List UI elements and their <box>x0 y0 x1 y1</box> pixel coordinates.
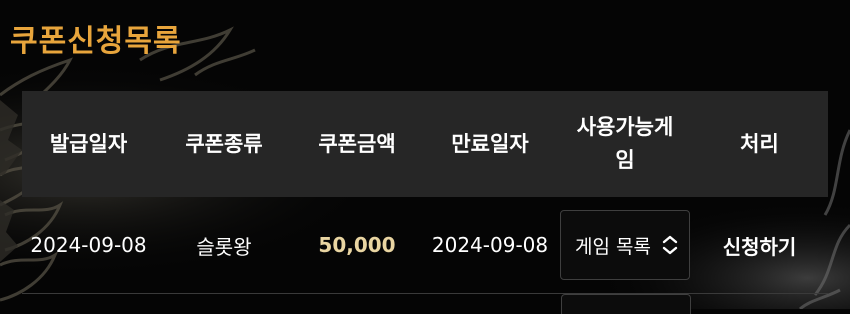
apply-button[interactable]: 신청하기 <box>691 197 828 293</box>
table-header: 발급일자 쿠폰종류 쿠폰금액 만료일자 사용가능게임 처리 <box>22 91 828 197</box>
cell-coupon-amount: 50,000 <box>318 233 396 257</box>
header-coupon-amount: 쿠폰금액 <box>318 131 396 156</box>
cell-game-select: 게임 목록 <box>559 197 691 293</box>
chevron-up-down-icon <box>662 235 678 255</box>
header-available-games: 사용가능게임 <box>576 115 674 172</box>
page-title: 쿠폰신청목록 <box>10 24 182 59</box>
table-row: 2024-09-08 슬롯왕 50,000 2024-09-08 게임 목록 신… <box>22 197 828 294</box>
coupon-list-table: 발급일자 쿠폰종류 쿠폰금액 만료일자 사용가능게임 처리 2024-09-08… <box>22 91 828 294</box>
header-coupon-type: 쿠폰종류 <box>185 131 263 156</box>
game-select-value: 게임 목록 <box>575 235 651 258</box>
next-table-row-partial <box>22 294 828 314</box>
cell-expiry-date: 2024-09-08 <box>431 233 549 257</box>
cell-coupon-type: 슬롯왕 <box>196 234 252 259</box>
cell-issue-date: 2024-09-08 <box>30 233 147 257</box>
header-issue-date: 발급일자 <box>49 131 128 156</box>
game-select-dropdown-partial[interactable] <box>561 294 691 314</box>
header-action: 처리 <box>740 131 779 156</box>
header-expiry-date: 만료일자 <box>451 131 529 156</box>
game-select-dropdown[interactable]: 게임 목록 <box>560 210 690 280</box>
